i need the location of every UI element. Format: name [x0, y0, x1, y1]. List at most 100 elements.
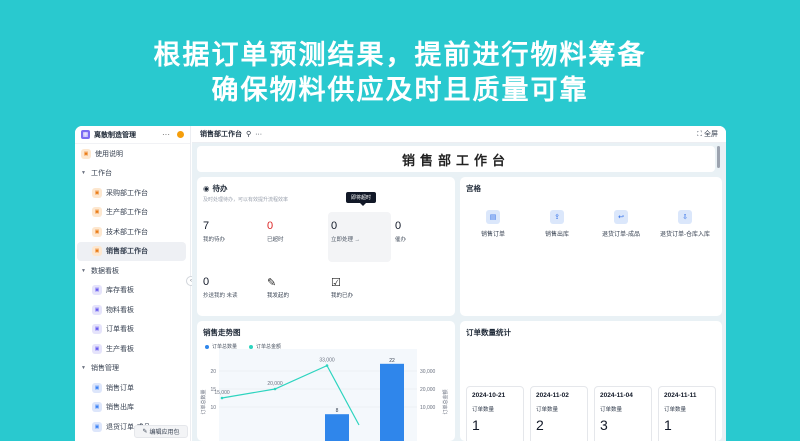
quick-action[interactable]: ✎ 我发起的	[267, 276, 327, 299]
y-axis-title: 订单总数量	[200, 389, 207, 414]
sidebar-item[interactable]: ▣ 销售部工作台	[77, 241, 186, 261]
sidebar-item-label: 技术部工作台	[106, 228, 148, 236]
sales-chart: 20151030,00020,00010,000订单总数量 订单总金额82215,…	[200, 349, 449, 441]
sidebar-item-label: 订单看板	[106, 326, 134, 334]
stat-value: 7	[203, 220, 210, 232]
calendar-check-icon: ☑	[331, 277, 341, 289]
line-point	[273, 387, 277, 391]
line-data-label: 20,000	[267, 381, 283, 387]
todo-title: ◉ 待办	[197, 177, 455, 194]
more-icon[interactable]: ···	[162, 130, 170, 139]
grid-item[interactable]: ⇪ 销售出库	[527, 210, 587, 238]
headline-line-1: 根据订单预测结果，提前进行物料筹备	[153, 40, 647, 70]
menu-item-icon: ▣	[81, 148, 91, 159]
grid-item-label: 退货订单-成品	[602, 232, 640, 238]
bar-data-label: 22	[389, 358, 395, 364]
order-count-label: 订单数量	[536, 407, 559, 413]
check-circle-icon: ◉	[203, 184, 210, 193]
sidebar-item[interactable]: ▣ 采购部工作台	[75, 183, 190, 203]
order-date-card[interactable]: 2024-10-21 订单数量 1	[466, 386, 524, 441]
app-grid-icon: ▦	[81, 130, 90, 139]
order-count-label: 订单数量	[664, 407, 687, 413]
warehouse-in-icon: ⇩	[678, 210, 692, 224]
order-count-label: 订单数量	[472, 407, 495, 413]
order-date: 2024-11-11	[664, 392, 697, 399]
y2-tick-label: 30,000	[420, 369, 436, 375]
sidebar-item[interactable]: ▣ 库存看板	[75, 281, 190, 301]
sidebar-menu: ▣ 使用说明 ▼ 工作台 ▣ 采购部工作台 ▣ 生产部工作台 ▣ 技术部工作台 ▣ 销售部工作台 ▼ 数据…	[75, 144, 190, 437]
menu-item-icon: ▣	[92, 207, 102, 218]
caret-down-icon: ▼	[81, 170, 86, 177]
sidebar-group[interactable]: ▼ 工作台	[75, 164, 190, 184]
app-title: 离散制造管理	[94, 131, 136, 139]
sidebar-group[interactable]: ▼ 销售管理	[75, 359, 190, 379]
sidebar-item[interactable]: ▣ 使用说明	[75, 144, 190, 164]
sidebar-group-label: 销售管理	[91, 365, 119, 373]
tooltip: 即将超时	[346, 192, 377, 206]
order-count-value: 1	[664, 417, 672, 433]
order-count-value: 1	[472, 417, 480, 433]
y2-tick-label: 10,000	[420, 405, 436, 411]
order-date-card[interactable]: 2024-11-02 订单数量 2	[530, 386, 588, 441]
grid-item[interactable]: ▤ 销售订单	[463, 210, 523, 238]
sidebar-item-label: 生产部工作台	[106, 209, 148, 217]
stat-label: 立即处理 →	[331, 237, 361, 243]
edit-app-button[interactable]: ✎ 编辑应用包	[134, 425, 188, 438]
caret-down-icon: ▼	[81, 267, 86, 274]
clipboard-icon: ▤	[486, 210, 500, 224]
todo-card: ◉ 待办 及时处理待办，可以有效提升流程效率 即将超时 7 我的待办 0 已超时 0 立即…	[197, 177, 455, 316]
todo-stat[interactable]: 0 立即处理 →	[331, 220, 391, 243]
menu-item-icon: ▣	[92, 402, 102, 413]
grid-card: 宫格 ▤ 销售订单 ⇪ 销售出库 ↩ 退货订单-成品 ⇩ 退货订单-仓库入库	[460, 177, 722, 316]
sidebar-item-label: 销售部工作台	[106, 248, 148, 256]
sidebar-item[interactable]: ▣ 技术部工作台	[75, 222, 190, 242]
sidebar-header: ▦ 离散制造管理 ···	[75, 126, 190, 144]
menu-item-icon: ▣	[92, 246, 102, 257]
stat-value: 0	[395, 220, 402, 232]
sidebar-item[interactable]: ▣ 销售出库	[75, 398, 190, 418]
todo-stat[interactable]: 0 催办	[395, 220, 455, 243]
todo-stat[interactable]: 0 抄送我的 未读	[203, 276, 263, 299]
caret-down-icon: ▼	[81, 365, 86, 372]
todo-stat[interactable]: 0 已超时	[267, 220, 327, 243]
sidebar: ▦ 离散制造管理 ··· ▣ 使用说明 ▼ 工作台 ▣ 采购部工作台 ▣ 生产部工作台 ▣ 技术部…	[75, 126, 191, 441]
quick-action-label: 我的已办	[331, 293, 354, 299]
y-tick-label: 10	[210, 405, 216, 411]
fullscreen-button[interactable]: ⛶ 全屏	[697, 129, 718, 139]
sidebar-item[interactable]: ▣ 订单看板	[75, 320, 190, 340]
box-out-icon: ⇪	[550, 210, 564, 224]
sidebar-item-label: 销售订单	[106, 384, 134, 392]
sidebar-item[interactable]: ▣ 物料看板	[75, 300, 190, 320]
quick-action[interactable]: ☑ 我的已办	[331, 276, 391, 299]
notification-dot-icon[interactable]	[177, 131, 184, 138]
dashboard-banner: 销售部工作台	[197, 146, 715, 172]
sidebar-item-label: 采购部工作台	[106, 189, 148, 197]
grid-item[interactable]: ⇩ 退货订单-仓库入库	[655, 210, 715, 238]
todo-stat[interactable]: 7 我的待办	[203, 220, 263, 243]
menu-item-icon: ▣	[92, 382, 102, 393]
sidebar-item-label: 物料看板	[106, 306, 134, 314]
menu-item-icon: ▣	[92, 343, 102, 354]
sidebar-item[interactable]: ▣ 生产看板	[75, 339, 190, 359]
y-tick-label: 20	[210, 369, 216, 375]
return-doc-icon: ↩	[614, 210, 628, 224]
more-icon[interactable]: ···	[255, 131, 262, 138]
headline-line-2: 确保物料供应及时且质量可靠	[211, 75, 589, 105]
chart-title: 销售走势图	[203, 328, 241, 337]
stat-label: 催办	[395, 237, 407, 243]
menu-item-icon: ▣	[92, 304, 102, 315]
line-point	[325, 364, 329, 367]
edit-icon: ✎	[142, 429, 148, 435]
sidebar-item[interactable]: ▣ 生产部工作台	[75, 203, 190, 223]
stat-label: 抄送我的 未读	[203, 293, 238, 299]
pin-icon[interactable]: ⚲	[246, 130, 251, 138]
order-date-card[interactable]: 2024-11-11 订单数量 1	[658, 386, 716, 441]
sidebar-item[interactable]: ▣ 销售订单	[75, 378, 190, 398]
order-count-value: 2	[536, 417, 544, 433]
grid-item[interactable]: ↩ 退货订单-成品	[591, 210, 651, 238]
sales-trend-card: 销售走势图 订单总数量 订单总金额 20 15 10 30,000 20,000 10,0…	[197, 321, 455, 441]
order-date-card[interactable]: 2024-11-04 订单数量 3	[594, 386, 652, 441]
sidebar-group[interactable]: ▼ 数据看板	[75, 261, 190, 281]
sidebar-group-label: 数据看板	[91, 267, 119, 275]
scrollbar[interactable]	[717, 146, 720, 168]
